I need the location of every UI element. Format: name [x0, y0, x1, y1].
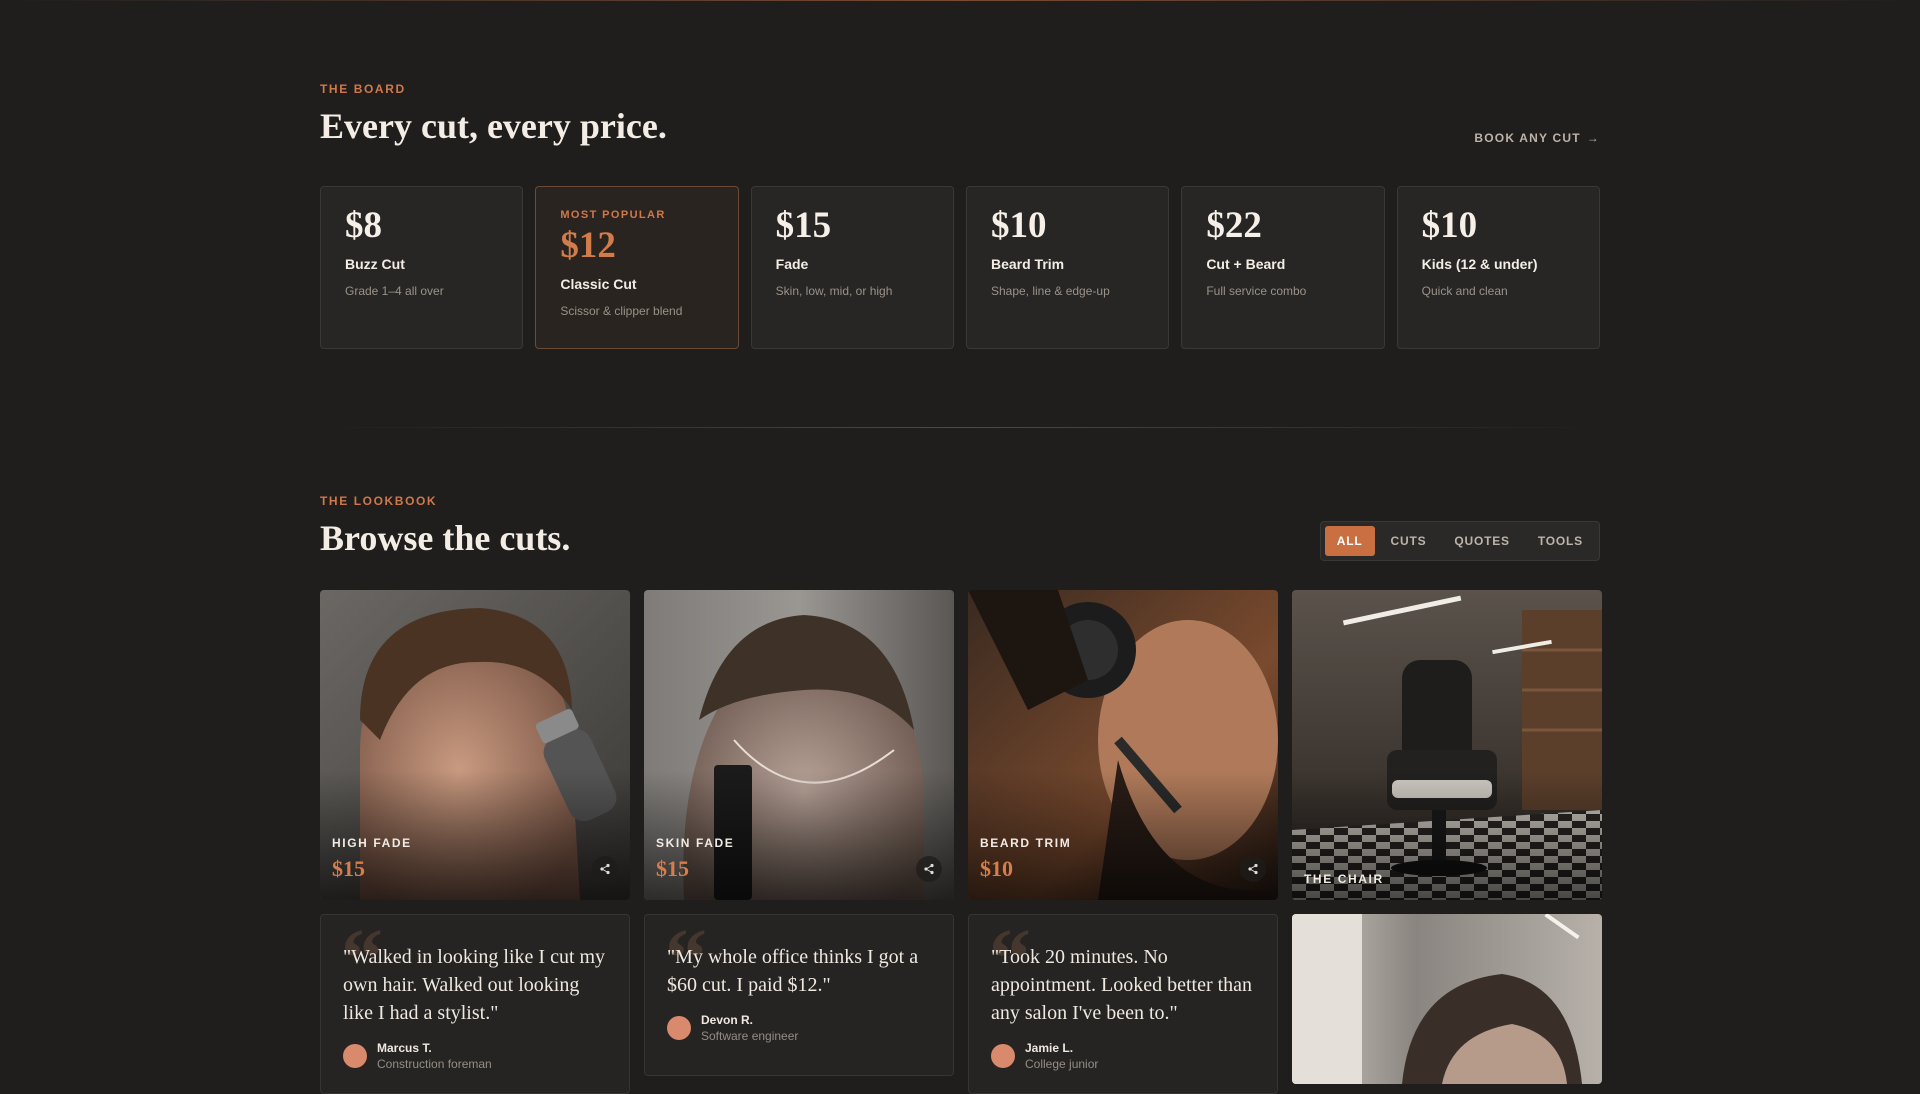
- price-card-classic-cut[interactable]: MOST POPULAR $12 Classic Cut Scissor & c…: [535, 186, 739, 349]
- price-value: $10: [1421, 205, 1478, 246]
- tile-label: BEARD TRIM: [980, 836, 1072, 850]
- price-value: $8: [345, 205, 382, 246]
- filter-cuts[interactable]: CUTS: [1379, 526, 1439, 556]
- tile-label: THE CHAIR: [1304, 872, 1384, 886]
- price-list: $8 Buzz Cut Grade 1–4 all over MOST POPU…: [320, 186, 1600, 349]
- quote-author: Marcus T. Construction foreman: [343, 1041, 607, 1071]
- author-name: Jamie L.: [1025, 1041, 1074, 1055]
- most-popular-badge: MOST POPULAR: [560, 209, 666, 221]
- tile-price: $15: [656, 856, 689, 881]
- service-name: Cut + Beard: [1206, 255, 1286, 272]
- filter-tools[interactable]: TOOLS: [1526, 526, 1595, 556]
- lookbook-tile-high-fade[interactable]: HIGH FADE $15: [320, 590, 630, 900]
- quote-card: “ "My whole office thinks I got a $60 cu…: [644, 914, 954, 1076]
- section-divider: [320, 427, 1600, 428]
- quote-text: "Walked in looking like I cut my own hai…: [343, 946, 606, 1024]
- tile-overlay: [320, 770, 630, 900]
- filter-all[interactable]: ALL: [1324, 526, 1375, 556]
- tile-price: $10: [980, 856, 1013, 881]
- tile-label: HIGH FADE: [332, 836, 412, 850]
- price-card-beard-trim[interactable]: $10 Beard Trim Shape, line & edge-up: [965, 186, 1170, 349]
- price-value: $15: [775, 205, 832, 246]
- arrow-right-icon: →: [1586, 131, 1600, 145]
- board-title: Every cut, every price.: [320, 106, 667, 146]
- lookbook-tile-skin-fade[interactable]: SKIN FADE $15: [644, 590, 954, 900]
- quote-author: Jamie L. College junior: [991, 1041, 1255, 1071]
- service-description: Skin, low, mid, or high: [775, 283, 893, 298]
- service-description: Grade 1–4 all over: [345, 283, 444, 298]
- author-name: Devon R.: [701, 1013, 754, 1027]
- board-eyebrow: THE BOARD: [320, 82, 406, 96]
- haircut-photo: [1292, 914, 1602, 1084]
- lookbook-eyebrow: THE LOOKBOOK: [320, 494, 438, 508]
- price-value: $10: [990, 205, 1047, 246]
- share-icon[interactable]: [916, 856, 942, 882]
- lookbook-tile-haircut-photo[interactable]: [1292, 914, 1602, 1084]
- author-role: Software engineer: [701, 1029, 799, 1043]
- tile-overlay: [968, 770, 1278, 900]
- author-role: Construction foreman: [377, 1057, 492, 1071]
- quote-card: “ "Walked in looking like I cut my own h…: [320, 914, 630, 1094]
- price-value: $22: [1206, 205, 1262, 246]
- avatar: [991, 1044, 1015, 1068]
- top-divider: [0, 0, 1920, 1]
- avatar: [667, 1016, 691, 1040]
- price-card-cut-beard[interactable]: $22 Cut + Beard Full service combo: [1181, 186, 1385, 349]
- service-name: Beard Trim: [990, 255, 1065, 272]
- lookbook-title: Browse the cuts.: [320, 518, 571, 558]
- author-role: College junior: [1025, 1057, 1099, 1071]
- service-name: Buzz Cut: [345, 255, 405, 272]
- share-icon[interactable]: [592, 856, 618, 882]
- quote-card: “ "Took 20 minutes. No appointment. Look…: [968, 914, 1278, 1094]
- quote-text: "Took 20 minutes. No appointment. Looked…: [991, 946, 1253, 1024]
- avatar: [343, 1044, 367, 1068]
- book-any-cut-label: BOOK ANY CUT: [1474, 131, 1581, 145]
- quote-text: "My whole office thinks I got a $60 cut.…: [667, 946, 919, 996]
- book-any-cut-link[interactable]: BOOK ANY CUT →: [1474, 131, 1600, 145]
- price-value: $12: [560, 225, 616, 266]
- service-name: Classic Cut: [560, 275, 637, 292]
- author-name: Marcus T.: [377, 1041, 432, 1055]
- share-icon[interactable]: [1240, 856, 1266, 882]
- lookbook-tile-the-chair[interactable]: THE CHAIR: [1292, 590, 1602, 900]
- tile-price: $15: [332, 856, 365, 881]
- price-card-kids[interactable]: $10 Kids (12 & under) Quick and clean: [1396, 186, 1600, 349]
- service-description: Full service combo: [1206, 283, 1307, 298]
- service-description: Scissor & clipper blend: [560, 303, 683, 318]
- tile-label: SKIN FADE: [656, 836, 735, 850]
- service-name: Fade: [775, 255, 809, 272]
- lookbook-tile-beard-trim[interactable]: BEARD TRIM $10: [968, 590, 1278, 900]
- price-card-fade[interactable]: $15 Fade Skin, low, mid, or high: [750, 186, 954, 349]
- filter-quotes[interactable]: QUOTES: [1442, 526, 1521, 556]
- quote-author: Devon R. Software engineer: [667, 1013, 931, 1043]
- price-card-buzz-cut[interactable]: $8 Buzz Cut Grade 1–4 all over: [320, 186, 524, 349]
- service-name: Kids (12 & under): [1421, 255, 1538, 272]
- service-description: Quick and clean: [1421, 283, 1508, 298]
- tile-overlay: [644, 770, 954, 900]
- filter-tabs: ALL CUTS QUOTES TOOLS: [1319, 521, 1600, 561]
- service-description: Shape, line & edge-up: [990, 283, 1110, 298]
